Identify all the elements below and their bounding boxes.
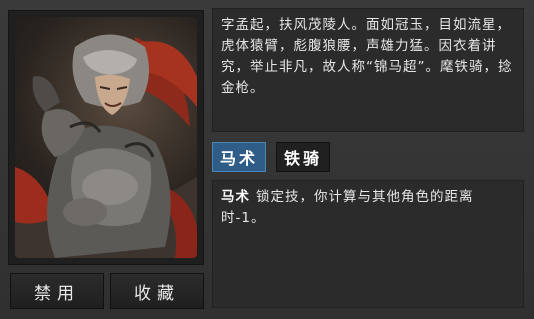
skill-description: 马术 锁定技，你计算与其他角色的距离时-1。 bbox=[212, 180, 524, 308]
character-info-panel: 禁用 收藏 字孟起，扶风茂陵人。面如冠玉，目如流星，虎体猿臂，彪腹狼腰，声雄力猛… bbox=[0, 0, 534, 319]
skill-name: 马术 bbox=[221, 189, 250, 205]
character-description: 字孟起，扶风茂陵人。面如冠玉，目如流星，虎体猿臂，彪腹狼腰，声雄力猛。因衣着讲究… bbox=[212, 8, 524, 132]
ban-button[interactable]: 禁用 bbox=[10, 273, 104, 309]
character-portrait bbox=[15, 17, 197, 258]
favorite-button[interactable]: 收藏 bbox=[110, 273, 204, 309]
skill-text: 锁定技，你计算与其他角色的距离时-1。 bbox=[221, 189, 474, 226]
portrait-frame bbox=[8, 10, 204, 265]
warrior-illustration bbox=[15, 34, 197, 258]
tab-skill-tieqi[interactable]: 铁骑 bbox=[276, 142, 330, 172]
tab-skill-mashu[interactable]: 马术 bbox=[212, 142, 266, 172]
